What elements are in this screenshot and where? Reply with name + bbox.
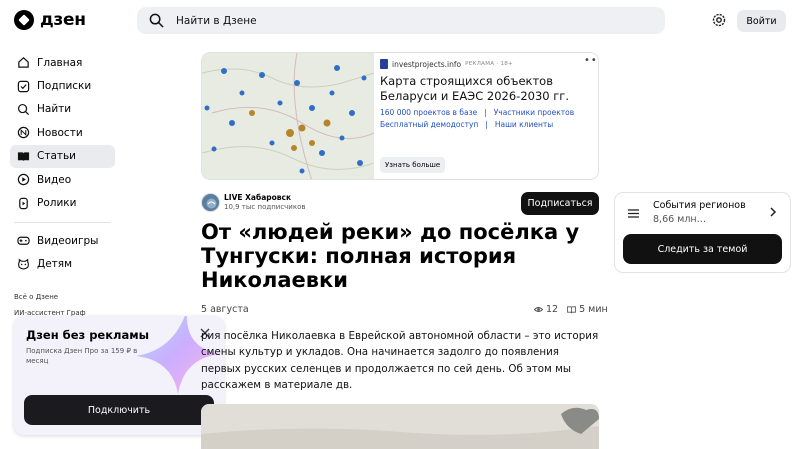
article-stats: 12 5 мин bbox=[534, 304, 608, 315]
news-icon bbox=[17, 127, 30, 139]
sidebar-item-subscriptions[interactable]: Подписки bbox=[10, 74, 115, 97]
subscriptions-icon bbox=[17, 80, 30, 92]
logo[interactable]: дзен bbox=[14, 10, 86, 30]
search-input[interactable]: Найти в Дзене bbox=[176, 15, 257, 27]
logo-text: дзен bbox=[40, 10, 86, 30]
follow-topic-button[interactable]: Следить за темой bbox=[623, 234, 782, 264]
ad-link[interactable]: Бесплатный демодоступ bbox=[380, 120, 478, 129]
sidebar-item-news[interactable]: Новости bbox=[10, 121, 115, 144]
advertiser-logo-icon bbox=[380, 59, 388, 69]
ad-source-name: investprojects.info bbox=[392, 59, 462, 69]
read-time: 5 мин bbox=[579, 304, 608, 315]
ad-links: 160 000 проектов в базе | Участники проект… bbox=[380, 108, 575, 129]
sidebar-item-label: Найти bbox=[37, 103, 72, 116]
search-bar[interactable]: Найти в Дзене bbox=[137, 7, 665, 34]
video-icon bbox=[17, 173, 30, 186]
chevron-right-icon[interactable] bbox=[769, 207, 777, 217]
sidebar-item-label: Видеоигры bbox=[37, 234, 99, 247]
sidebar-item-shorts[interactable]: Ролики bbox=[10, 191, 115, 214]
sidebar-item-label: Статьи bbox=[37, 150, 77, 163]
sidebar-item-video[interactable]: Видео bbox=[10, 168, 115, 191]
topic-card: События регионов 8,66 млн… Следить за те… bbox=[614, 192, 791, 273]
article-image bbox=[201, 404, 599, 449]
sidebar-divider bbox=[14, 222, 111, 223]
author-name[interactable]: LIVE Хабаровск bbox=[224, 193, 291, 202]
articles-icon bbox=[17, 152, 30, 161]
eye-icon bbox=[534, 307, 543, 312]
ad-link[interactable]: Участники проектов bbox=[494, 108, 574, 117]
sidebar-item-games[interactable]: Видеоигры bbox=[10, 229, 115, 252]
article-body: рия посёлка Николаевка в Еврейской автон… bbox=[201, 330, 599, 391]
ad-label: РЕКЛАМА · 18+ bbox=[465, 61, 513, 67]
promo-title: Дзен без рекламы bbox=[26, 328, 150, 342]
sidebar-item-label: Ролики bbox=[37, 197, 77, 210]
sidebar-item-label: Подписки bbox=[37, 80, 92, 93]
sidebar-item-home[interactable]: Главная bbox=[10, 51, 115, 74]
sidebar-item-label: Новости bbox=[37, 126, 83, 139]
connect-button[interactable]: Подключить bbox=[24, 395, 214, 425]
zen-logo-icon bbox=[14, 10, 34, 30]
ad-link[interactable]: 160 000 проектов в базе bbox=[380, 108, 477, 117]
sidebar-item-articles[interactable]: Статьи bbox=[10, 144, 115, 168]
subscribe-button[interactable]: Подписаться bbox=[521, 192, 599, 215]
ad-title[interactable]: Карта строящихся объектов Беларуси и ЕАЭ… bbox=[380, 74, 595, 104]
sidebar-nav: Главная Подписки Найти Новости Статьи Ви… bbox=[10, 51, 115, 215]
avatar[interactable] bbox=[201, 193, 220, 212]
search-icon bbox=[17, 103, 30, 116]
sidebar-item-kids[interactable]: Детям bbox=[10, 252, 115, 275]
views-count: 12 bbox=[546, 304, 559, 315]
sidebar-item-label: Детям bbox=[37, 258, 73, 271]
login-button[interactable]: Войти bbox=[737, 10, 786, 32]
sidebar-item-label: Главная bbox=[37, 56, 83, 69]
ad-link[interactable]: Наши клиенты bbox=[495, 120, 553, 129]
menu-icon bbox=[628, 209, 639, 218]
article-title: От «людей реки» до посёлка у Тунгуски: п… bbox=[201, 220, 580, 292]
sidebar-item-label: Видео bbox=[37, 173, 72, 186]
promo-popup: Дзен без рекламы Подписка Дзен Про за 15… bbox=[14, 316, 224, 435]
shorts-icon bbox=[19, 197, 28, 209]
topic-title[interactable]: События регионов bbox=[653, 200, 746, 211]
book-icon bbox=[567, 306, 577, 314]
sidebar-item-search[interactable]: Найти bbox=[10, 98, 115, 121]
article-date: 5 августа bbox=[201, 304, 249, 315]
about-link[interactable]: Всё о Дзене bbox=[14, 293, 58, 301]
home-icon bbox=[18, 57, 29, 68]
gamepad-icon bbox=[17, 236, 30, 246]
ad-banner[interactable]: investprojects.info РЕКЛАМА · 18+ ••• Ка… bbox=[201, 52, 599, 180]
kids-icon bbox=[18, 258, 29, 270]
article-photo-image bbox=[201, 404, 599, 449]
ad-map-image bbox=[202, 53, 374, 179]
search-icon bbox=[149, 13, 164, 28]
subscriber-count: 10,9 тыс подписчиков bbox=[224, 203, 306, 211]
channel-logo-icon bbox=[202, 194, 219, 211]
ad-source: investprojects.info РЕКЛАМА · 18+ bbox=[380, 59, 513, 69]
more-options-icon[interactable]: ••• bbox=[584, 55, 598, 66]
sidebar-nav-secondary: Видеоигры Детям bbox=[10, 229, 115, 276]
gear-icon[interactable] bbox=[711, 12, 727, 28]
topic-subtitle: 8,66 млн… bbox=[653, 214, 707, 225]
learn-more-button[interactable]: Узнать больше bbox=[380, 157, 446, 173]
promo-subtitle: Подписка Дзен Про за 159 ₽ в месяц bbox=[26, 347, 138, 365]
